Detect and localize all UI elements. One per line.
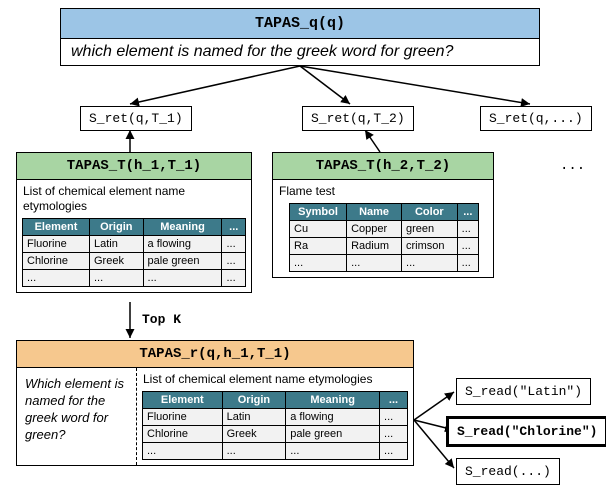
- score-ret-2: S_ret(q,T_2): [302, 106, 414, 131]
- card1-title: List of chemical element name etymologie…: [17, 180, 251, 216]
- sread-chlorine: S_read("Chlorine"): [446, 416, 606, 447]
- table-row: ............: [143, 443, 408, 460]
- tapas-r-header: TAPAS_r(q,h_1,T_1): [16, 340, 414, 368]
- top-k-label: Top K: [142, 312, 181, 327]
- reader-card-table: Element Origin Meaning ... FluorineLatin…: [142, 391, 408, 460]
- score-ret-3: S_ret(q,...): [480, 106, 592, 131]
- card1-table: Element Origin Meaning ... FluorineLatin…: [22, 218, 246, 287]
- table-row: ............: [23, 270, 246, 287]
- sread-latin: S_read("Latin"): [456, 378, 591, 405]
- sread-ellipsis: S_read(...): [456, 458, 560, 485]
- table-row: ChlorineGreekpale green...: [23, 253, 246, 270]
- table-row: FluorineLatina flowing...: [23, 236, 246, 253]
- reader-question: Which element is named for the greek wor…: [17, 368, 137, 465]
- table-row: ChlorineGreekpale green...: [143, 426, 408, 443]
- tapas-t1-header: TAPAS_T(h_1,T_1): [16, 152, 252, 180]
- table-row: FluorineLatina flowing...: [143, 409, 408, 426]
- card2-table: Symbol Name Color ... CuCoppergreen... R…: [289, 203, 479, 272]
- tapas-q-header: TAPAS_q(q): [60, 8, 540, 39]
- ellipsis-icon: ...: [560, 158, 585, 174]
- table-row: RaRadiumcrimson...: [290, 238, 479, 255]
- score-ret-1: S_ret(q,T_1): [80, 106, 192, 131]
- card2-title: Flame test: [273, 180, 493, 201]
- tapas-t2-header: TAPAS_T(h_2,T_2): [272, 152, 494, 180]
- table-row: ............: [290, 255, 479, 272]
- reader-card-title: List of chemical element name etymologie…: [137, 368, 413, 389]
- table-row: CuCoppergreen...: [290, 221, 479, 238]
- query-text: which element is named for the greek wor…: [60, 39, 540, 66]
